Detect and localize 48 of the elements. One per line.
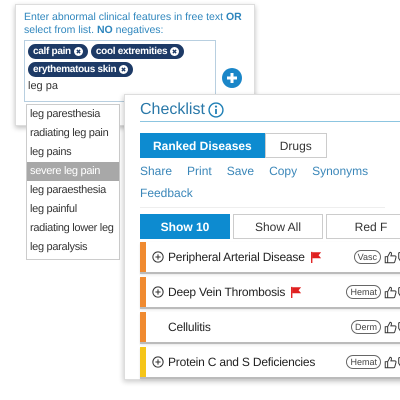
remove-icon[interactable] xyxy=(74,47,83,56)
remove-icon[interactable] xyxy=(170,47,180,56)
disease-name: Cellulitis xyxy=(168,320,211,334)
disease-name: Deep Vein Thrombosis xyxy=(168,285,286,299)
tab[interactable]: Ranked Diseases xyxy=(140,133,265,158)
filter-button[interactable]: Red F xyxy=(326,214,400,239)
action-link[interactable]: Feedback xyxy=(140,184,193,202)
disease-row[interactable]: Cellulitis Derm xyxy=(140,312,400,344)
suggestion-item[interactable]: leg paresthesia xyxy=(27,105,119,124)
expand-icon[interactable] xyxy=(152,356,164,368)
thumbs-up-icon[interactable] xyxy=(384,356,397,368)
specialty-badge: Hemat xyxy=(346,285,381,299)
thumbs-up-icon[interactable] xyxy=(384,250,397,264)
disease-row[interactable]: Deep Vein Thrombosis Hemat xyxy=(140,277,400,309)
suggestion-item[interactable]: leg paraesthesia xyxy=(27,181,119,200)
tab[interactable]: Drugs xyxy=(264,133,327,158)
expand-icon[interactable] xyxy=(152,286,164,298)
checklist-title: Checklist xyxy=(140,101,205,119)
add-icon[interactable] xyxy=(222,68,242,88)
suggestion-item[interactable]: leg painful xyxy=(27,200,119,219)
specialty-badge: Derm xyxy=(351,320,381,334)
thumbs-up-icon[interactable] xyxy=(384,320,397,334)
action-link[interactable]: Save xyxy=(226,162,254,180)
disease-name: Protein C and S Deficiencies xyxy=(168,355,316,369)
symptom-tag[interactable]: cool extremities xyxy=(90,44,184,59)
filter-button[interactable]: Show All xyxy=(233,214,323,239)
specialty-badge: Vasc xyxy=(354,250,381,264)
instructions-text: Enter abnormal clinical features in free text OR select from list. NO negatives: xyxy=(24,11,243,37)
typed-text: leg pa xyxy=(28,80,59,92)
disease-name: Peripheral Arterial Disease xyxy=(168,250,305,264)
info-icon[interactable] xyxy=(208,102,224,118)
symptom-tag[interactable]: erythematous skin xyxy=(28,62,134,77)
action-link[interactable]: Synonyms xyxy=(312,162,368,180)
disease-row[interactable]: Peripheral Arterial Disease Vasc xyxy=(140,242,400,274)
suggestion-item[interactable]: leg paralysis xyxy=(27,238,119,257)
symptom-tag[interactable]: calf pain xyxy=(28,44,88,59)
thumbs-up-icon[interactable] xyxy=(384,286,397,298)
action-link[interactable]: Share xyxy=(140,162,172,180)
filter-button[interactable]: Show 10 xyxy=(140,214,230,239)
suggestion-item[interactable]: leg pains xyxy=(27,143,119,162)
action-link[interactable]: Print xyxy=(187,162,212,180)
suggestion-item[interactable]: radiating lower leg xyxy=(27,219,119,238)
expand-icon[interactable] xyxy=(152,251,164,263)
suggestion-item[interactable]: radiating leg pain xyxy=(27,124,119,143)
remove-icon[interactable] xyxy=(119,65,128,74)
disease-row[interactable]: Protein C and S Deficiencies Hemat xyxy=(140,347,400,379)
action-link[interactable]: Copy xyxy=(269,162,298,180)
specialty-badge: Hemat xyxy=(346,355,381,369)
